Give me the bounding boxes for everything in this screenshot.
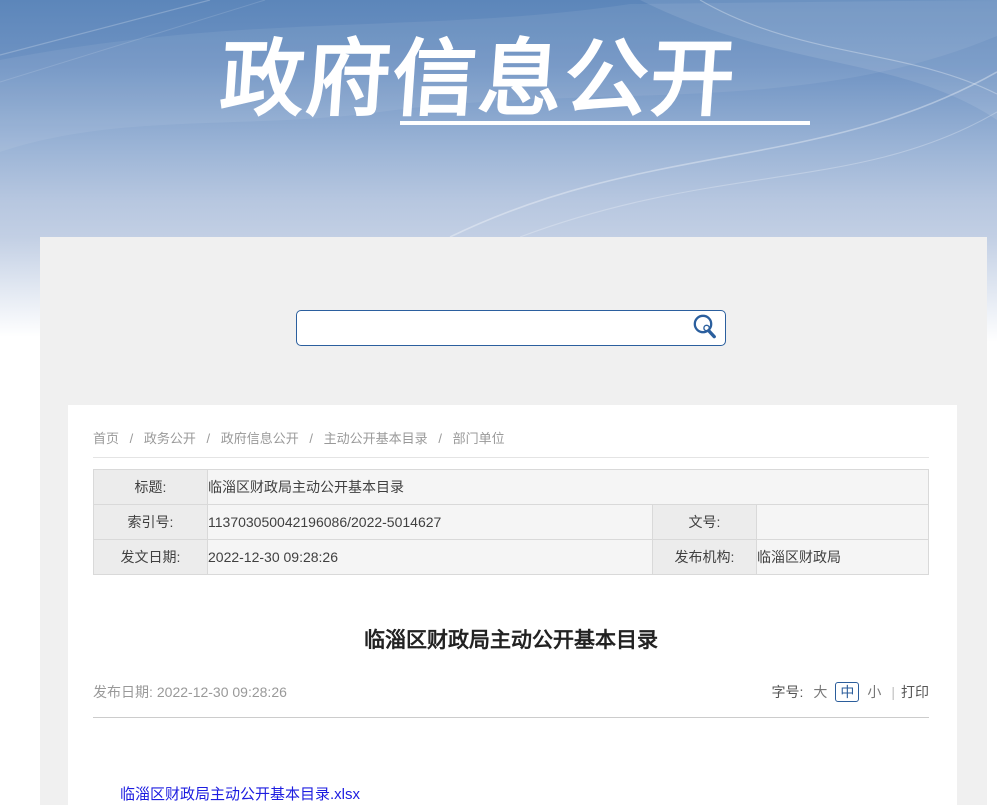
index-number-value-cell: 113703050042196086/2022-5014627 — [208, 505, 653, 540]
search-button[interactable] — [683, 311, 725, 345]
breadcrumb-item-gov-info-disclosure[interactable]: 政府信息公开 — [221, 431, 299, 446]
breadcrumb: 首页 / 政务公开 / 政府信息公开 / 主动公开基本目录 / 部门单位 — [93, 405, 929, 447]
title-label-cell: 标题: — [94, 470, 208, 505]
search-input[interactable] — [297, 311, 683, 345]
publish-date: 发布日期:2022-12-30 09:28:26 — [93, 682, 287, 702]
meta-divider: | — [891, 684, 895, 700]
title-value-cell: 临淄区财政局主动公开基本目录 — [208, 470, 929, 505]
table-row: 发文日期: 2022-12-30 09:28:26 发布机构: 临淄区财政局 — [94, 540, 929, 575]
issue-date-value-cell: 2022-12-30 09:28:26 — [208, 540, 653, 575]
breadcrumb-divider — [93, 457, 929, 458]
table-row: 索引号: 113703050042196086/2022-5014627 文号: — [94, 505, 929, 540]
content-divider — [93, 717, 929, 718]
breadcrumb-item-department-units[interactable]: 部门单位 — [453, 431, 505, 446]
breadcrumb-item-home[interactable]: 首页 — [93, 431, 119, 446]
breadcrumb-separator: / — [207, 431, 211, 446]
publish-date-value: 2022-12-30 09:28:26 — [157, 684, 287, 700]
article-meta: 发布日期:2022-12-30 09:28:26 字号: 大 中 小 | 打印 — [93, 681, 929, 703]
index-number-label-cell: 索引号: — [94, 505, 208, 540]
issue-date-label-cell: 发文日期: — [94, 540, 208, 575]
breadcrumb-separator: / — [438, 431, 442, 446]
font-size-label: 字号: — [771, 682, 803, 702]
table-row: 标题: 临淄区财政局主动公开基本目录 — [94, 470, 929, 505]
font-size-large-button[interactable]: 大 — [813, 682, 827, 702]
doc-number-label-cell: 文号: — [652, 505, 756, 540]
doc-number-value-cell — [756, 505, 928, 540]
publisher-value-cell: 临淄区财政局 — [756, 540, 928, 575]
banner-title: 政府信息公开 — [0, 12, 962, 133]
font-size-control: 字号: 大 中 小 | 打印 — [771, 682, 929, 702]
banner-fade-left — [0, 237, 40, 337]
breadcrumb-item-basic-catalog[interactable]: 主动公开基本目录 — [324, 431, 428, 446]
content-card: 首页 / 政务公开 / 政府信息公开 / 主动公开基本目录 / 部门单位 标题:… — [68, 405, 957, 805]
font-size-medium-button[interactable]: 中 — [835, 682, 859, 702]
publisher-label-cell: 发布机构: — [652, 540, 756, 575]
breadcrumb-item-government-affairs[interactable]: 政务公开 — [144, 431, 196, 446]
info-table: 标题: 临淄区财政局主动公开基本目录 索引号: 1137030500421960… — [93, 469, 929, 575]
breadcrumb-separator: / — [130, 431, 134, 446]
page: 政府信息公开 首页 / 政 — [0, 0, 997, 805]
font-size-small-button[interactable]: 小 — [867, 682, 881, 702]
banner: 政府信息公开 — [0, 0, 997, 237]
publish-date-label: 发布日期: — [93, 684, 153, 700]
search-box — [296, 310, 726, 346]
banner-title-underline — [400, 121, 810, 125]
banner-fade-right — [987, 237, 997, 342]
search-icon — [691, 313, 718, 343]
content-panel: 首页 / 政务公开 / 政府信息公开 / 主动公开基本目录 / 部门单位 标题:… — [40, 237, 987, 805]
attachment-link[interactable]: 临淄区财政局主动公开基本目录.xlsx — [120, 786, 360, 803]
article-title: 临淄区财政局主动公开基本目录 — [93, 627, 929, 655]
attachment-row: 临淄区财政局主动公开基本目录.xlsx — [120, 786, 929, 804]
breadcrumb-separator: / — [309, 431, 313, 446]
print-button[interactable]: 打印 — [901, 682, 929, 702]
